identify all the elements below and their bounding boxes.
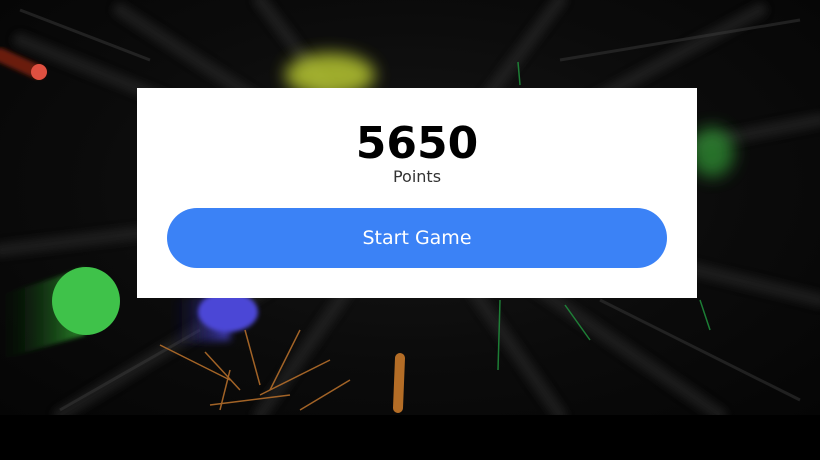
score-label: Points: [392, 167, 442, 186]
bottom-bar: [0, 415, 820, 460]
green-comet: [0, 267, 120, 360]
red-comet: [0, 48, 47, 80]
game-over-panel: 5650 Points Start Game: [137, 88, 697, 298]
orange-comet: [393, 353, 405, 413]
score-value: 5650: [355, 118, 479, 169]
game-stage: 5650 Points Start Game: [0, 0, 820, 460]
start-game-button[interactable]: Start Game: [167, 208, 667, 268]
blue-comet: [170, 292, 258, 345]
